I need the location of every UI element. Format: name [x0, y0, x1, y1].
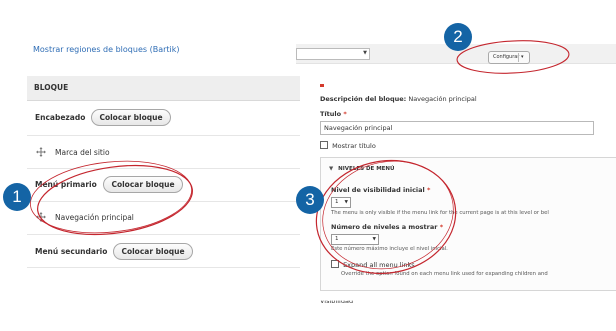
initial-level-label: Nivel de visibilidad inicial *	[331, 186, 430, 194]
description-label: Descripción del bloque:	[320, 95, 407, 103]
region-row-secondary-menu: Menú secundario Colocar bloque	[27, 235, 300, 268]
error-marker	[320, 84, 324, 87]
column-header-block: BLOQUE	[34, 83, 69, 92]
required-marker: *	[439, 223, 444, 231]
configure-label: Configurar	[493, 54, 520, 60]
title-label: Título *	[320, 110, 347, 118]
region-row-primary-menu: Menú primario Colocar bloque	[27, 169, 300, 202]
region-label: Menú primario	[35, 180, 97, 189]
callout-badge-1: 1	[3, 183, 31, 211]
expand-all-help: Override the option found on each menu l…	[341, 271, 548, 277]
menu-levels-toggle[interactable]: ▼ NIVELES DE MENÚ	[329, 166, 395, 172]
show-title-label: Mostrar título	[332, 142, 376, 150]
triangle-down-icon: ▼	[329, 166, 334, 172]
expand-all-option[interactable]: Expand all menu links	[331, 260, 415, 269]
expand-all-checkbox[interactable]	[331, 260, 339, 268]
title-label-text: Título	[320, 110, 342, 118]
initial-level-label-text: Nivel de visibilidad inicial	[331, 186, 425, 194]
levels-label-text: Número de niveles a mostrar	[331, 223, 438, 231]
required-marker: *	[427, 186, 431, 194]
callout-badge-3: 3	[296, 186, 324, 214]
block-row-main-navigation: Navegación principal	[27, 202, 300, 235]
drag-handle-icon[interactable]	[36, 212, 46, 222]
show-title-checkbox[interactable]	[320, 141, 328, 149]
show-block-regions-link[interactable]: Mostrar regiones de bloques (Bartik)	[33, 45, 180, 54]
chevron-down-icon: ▼	[372, 237, 376, 242]
chevron-down-icon: ▼	[344, 200, 348, 205]
region-label: Menú secundario	[35, 247, 108, 256]
levels-value: 1	[335, 236, 339, 242]
block-title: Marca del sitio	[55, 148, 110, 157]
initial-level-select[interactable]: 1 ▼	[331, 197, 351, 208]
title-input-value: Navegación principal	[324, 124, 393, 132]
title-input[interactable]: Navegación principal	[320, 121, 594, 135]
levels-label: Número de niveles a mostrar *	[331, 223, 443, 231]
required-marker: *	[343, 110, 347, 118]
configure-button[interactable]: Configurar ▾	[488, 51, 530, 64]
place-block-button[interactable]: Colocar bloque	[113, 243, 193, 260]
initial-level-help: The menu is only visible if the menu lin…	[331, 210, 549, 216]
region-row-header: Encabezado Colocar bloque	[27, 101, 300, 136]
region-select[interactable]: ▼	[296, 48, 370, 60]
block-title: Navegación principal	[55, 213, 134, 222]
fieldset-title: NIVELES DE MENÚ	[338, 166, 395, 172]
region-label: Encabezado	[35, 113, 86, 122]
initial-level-value: 1	[335, 199, 339, 205]
visibility-heading: Visibilidad	[320, 297, 354, 305]
block-description: Descripción del bloque: Navegación princ…	[320, 95, 477, 103]
levels-select[interactable]: 1 ▼	[331, 234, 379, 245]
drag-handle-icon[interactable]	[36, 147, 46, 157]
block-row-site-branding: Marca del sitio	[27, 136, 300, 169]
show-title-option[interactable]: Mostrar título	[320, 141, 376, 150]
place-block-button[interactable]: Colocar bloque	[91, 109, 171, 126]
levels-help: Este número máximo incluye el nivel inic…	[331, 246, 448, 252]
place-block-button[interactable]: Colocar bloque	[103, 176, 183, 193]
chevron-down-icon[interactable]: ▾	[521, 52, 524, 63]
chevron-down-icon: ▼	[363, 50, 367, 56]
expand-all-label: Expand all menu links	[343, 261, 415, 269]
description-value: Navegación principal	[408, 95, 477, 103]
callout-badge-2: 2	[444, 23, 472, 51]
divider	[518, 53, 519, 62]
table-header: BLOQUE	[27, 76, 300, 101]
